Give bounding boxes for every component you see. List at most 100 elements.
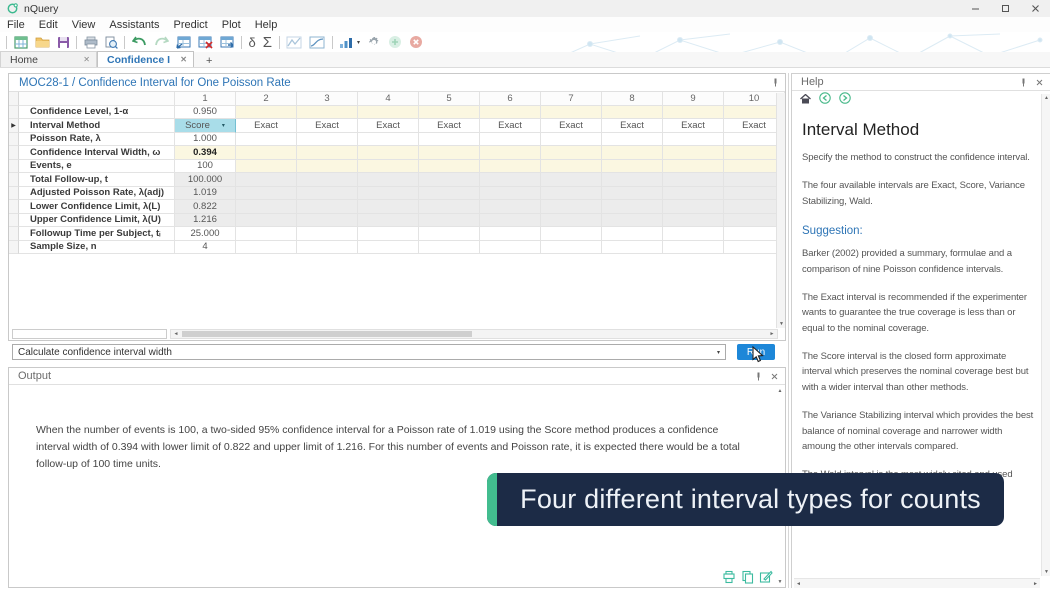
grid-cell[interactable]: Exact <box>236 119 297 133</box>
grid-cell[interactable] <box>541 187 602 201</box>
pin-icon[interactable] <box>772 78 779 87</box>
grid-cell[interactable] <box>419 173 480 187</box>
grid-cell[interactable] <box>236 214 297 228</box>
grid-cell[interactable] <box>297 133 358 147</box>
scroll-left-icon[interactable]: ◄ <box>171 330 181 338</box>
scroll-right-icon[interactable]: ► <box>767 330 777 338</box>
grid-cell[interactable] <box>297 227 358 241</box>
tab-confidence-interval[interactable]: Confidence Interval fo✕ <box>97 51 194 67</box>
grid-cell[interactable] <box>297 200 358 214</box>
grid-cell[interactable]: Exact <box>419 119 480 133</box>
grid-cell[interactable] <box>663 200 724 214</box>
hscroll-thumb[interactable] <box>182 331 472 337</box>
grid-cell[interactable] <box>480 173 541 187</box>
grid-cell[interactable] <box>419 227 480 241</box>
menu-predict[interactable]: Predict <box>174 19 208 31</box>
print-output-icon[interactable] <box>722 570 736 584</box>
grid-cell[interactable] <box>663 187 724 201</box>
grid-cell[interactable] <box>419 187 480 201</box>
grid-cell[interactable] <box>419 214 480 228</box>
close-circle-icon[interactable] <box>406 34 427 50</box>
grid-cell[interactable] <box>297 106 358 120</box>
help-vertical-scrollbar[interactable]: ▲ ▼ <box>1041 94 1050 576</box>
column-header-8[interactable]: 8 <box>602 92 663 106</box>
menu-edit[interactable]: Edit <box>39 19 58 31</box>
grid-cell[interactable] <box>358 160 419 174</box>
bar-chart-caret-icon[interactable]: ▾ <box>357 39 360 46</box>
print-preview-icon[interactable] <box>101 34 121 50</box>
grid-cell[interactable] <box>419 241 480 255</box>
grid-cell[interactable] <box>602 227 663 241</box>
grid-cell[interactable] <box>236 106 297 120</box>
undo-icon[interactable] <box>128 34 150 50</box>
menu-plot[interactable]: Plot <box>222 19 241 31</box>
menu-view[interactable]: View <box>72 19 96 31</box>
grid-cell[interactable] <box>358 133 419 147</box>
grid-cell[interactable] <box>358 241 419 255</box>
grid-cell[interactable] <box>480 146 541 160</box>
close-tab-icon[interactable]: ✕ <box>180 55 187 64</box>
pin-icon[interactable] <box>755 372 762 381</box>
grid-cell[interactable] <box>663 214 724 228</box>
grid-cell[interactable] <box>602 241 663 255</box>
grid-cell[interactable] <box>541 173 602 187</box>
grid-cell[interactable] <box>541 146 602 160</box>
grid-cell[interactable] <box>663 241 724 255</box>
grid-cell[interactable] <box>480 160 541 174</box>
grid-cell[interactable]: 1.216 <box>175 214 236 228</box>
grid-cell[interactable] <box>236 187 297 201</box>
column-header-4[interactable]: 4 <box>358 92 419 106</box>
grid-cell[interactable] <box>541 106 602 120</box>
help-horizontal-scrollbar[interactable]: ◄ ► <box>794 578 1040 588</box>
grid-cell[interactable]: 100 <box>175 160 236 174</box>
delete-table-icon[interactable] <box>194 34 216 50</box>
grid-cell[interactable] <box>358 214 419 228</box>
grid-cell[interactable] <box>541 227 602 241</box>
menu-assistants[interactable]: Assistants <box>109 19 159 31</box>
grid-cell[interactable] <box>602 146 663 160</box>
grid-cell[interactable]: Exact <box>297 119 358 133</box>
grid-cell[interactable] <box>419 146 480 160</box>
grid-cell[interactable] <box>358 227 419 241</box>
grid-cell[interactable] <box>480 187 541 201</box>
dropdown-caret-icon[interactable]: ▾ <box>222 122 225 129</box>
grid-cell[interactable]: 0.822 <box>175 200 236 214</box>
grid-cell[interactable] <box>297 160 358 174</box>
grid-cell[interactable] <box>297 173 358 187</box>
grid-cell[interactable]: 0.394 <box>175 146 236 160</box>
grid-cell[interactable] <box>358 173 419 187</box>
close-panel-icon[interactable] <box>771 373 778 380</box>
table-horizontal-scrollbar[interactable]: ◄ ► <box>170 329 778 339</box>
bar-chart-icon[interactable]: ▾ <box>336 34 364 50</box>
scroll-right-icon[interactable]: ► <box>1033 581 1038 587</box>
analysis-select[interactable]: Calculate confidence interval width ▾ <box>12 344 726 360</box>
grid-cell[interactable]: Exact <box>358 119 419 133</box>
grid-cell[interactable] <box>602 187 663 201</box>
scroll-down-icon[interactable]: ▼ <box>777 319 786 328</box>
grid-cell[interactable] <box>602 214 663 228</box>
scroll-left-icon[interactable]: ◄ <box>796 581 801 587</box>
grid-cell[interactable] <box>480 106 541 120</box>
column-header-5[interactable]: 5 <box>419 92 480 106</box>
grid-cell[interactable]: Exact <box>663 119 724 133</box>
grid-cell[interactable] <box>663 133 724 147</box>
column-header-2[interactable]: 2 <box>236 92 297 106</box>
grid-cell[interactable] <box>297 146 358 160</box>
column-header-6[interactable]: 6 <box>480 92 541 106</box>
minimize-button[interactable] <box>960 0 990 17</box>
column-header-3[interactable]: 3 <box>297 92 358 106</box>
grid-cell[interactable]: 4 <box>175 241 236 255</box>
new-table-icon[interactable] <box>10 34 31 50</box>
grid-cell[interactable] <box>419 106 480 120</box>
export-table-icon[interactable] <box>216 34 238 50</box>
close-tab-icon[interactable]: ✕ <box>83 55 90 64</box>
grid-cell[interactable] <box>358 106 419 120</box>
home-icon[interactable] <box>800 91 811 109</box>
grid-cell[interactable]: 0.950 <box>175 106 236 120</box>
maximize-button[interactable] <box>990 0 1020 17</box>
grid-cell[interactable] <box>419 200 480 214</box>
grid-cell[interactable] <box>541 160 602 174</box>
add-circle-icon[interactable] <box>385 34 406 50</box>
pin-icon[interactable] <box>1020 78 1027 87</box>
grid-cell[interactable] <box>297 241 358 255</box>
